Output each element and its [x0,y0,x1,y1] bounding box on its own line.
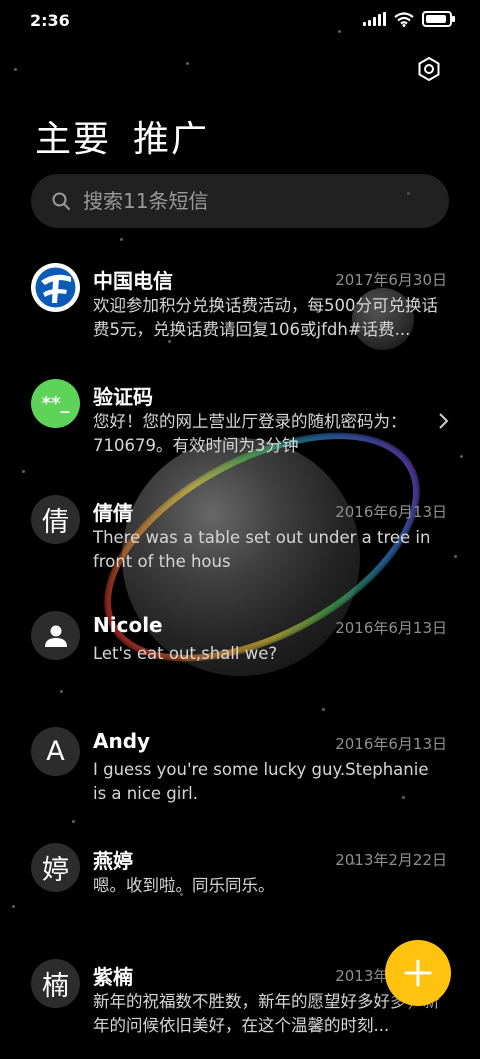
conversation-preview: Let's eat out,shall we? [93,644,278,663]
conversation-item[interactable]: Nicole 2016年6月13日 Let's eat out,shall we… [0,595,480,711]
wifi-icon [394,11,414,27]
conversation-name: 验证码 [93,385,153,409]
plus-icon [404,959,432,987]
conversation-item[interactable]: 婷 燕婷 2013年2月22日 嗯。收到啦。同乐同乐。 [0,827,480,943]
search-input[interactable] [81,188,415,214]
conversation-date: 2016年6月13日 [335,503,447,521]
conversation-date: 2016年6月13日 [335,619,447,637]
search-icon [52,192,70,210]
conversation-preview: 您好！您的网上营业厅登录的随机密码为：710679。有效时间为3分钟 [93,412,407,455]
conversation-date: 2017年6月30日 [335,271,447,289]
avatar: 楠 [31,959,80,1008]
conversation-item[interactable]: **_ 验证码 您好！您的网上营业厅登录的随机密码为：710679。有效时间为3… [0,363,480,479]
person-icon [31,611,80,660]
conversation-preview: There was a table set out under a tree i… [93,528,431,571]
avatar: 婷 [31,843,80,892]
conversation-preview: 新年的祝福数不胜数，新年的愿望好多好多，新年的问候依旧美好，在这个温馨的时刻..… [93,992,440,1035]
conversation-preview: 嗯。收到啦。同乐同乐。 [93,876,275,895]
conversation-name: 中国电信 [93,269,173,293]
avatar: A [31,727,80,776]
conversation-preview: I guess you're some lucky guy.Stephanie … [93,760,429,803]
conversation-name: Nicole [93,613,163,637]
chevron-right-icon [439,413,449,429]
tab-bar: 主要 推广 [35,110,209,162]
conversation-date: 2013年2月22日 [335,851,447,869]
battery-icon [422,11,455,27]
avatar: 倩 [31,495,80,544]
conversation-name: 倩倩 [93,501,133,525]
conversation-item[interactable]: 中国电信 2017年6月30日 欢迎参加积分兑换话费活动，每500分可兑换话费5… [0,247,480,363]
conversation-name: 紫楠 [93,965,133,989]
signal-icon [363,12,386,26]
verification-code-avatar: **_ [31,379,80,428]
tab-promotions[interactable]: 推广 [133,110,209,162]
new-message-button[interactable] [385,940,451,1006]
search-bar[interactable] [31,174,449,228]
conversation-item[interactable]: 倩 倩倩 2016年6月13日 There was a table set ou… [0,479,480,595]
conversation-preview: 欢迎参加积分兑换话费活动，每500分可兑换话费5元，兑换话费请回复106或jfd… [93,296,438,339]
conversation-date: 2016年6月13日 [335,735,447,753]
china-telecom-logo [31,263,80,312]
status-bar: 2:36 [0,0,480,40]
conversation-item[interactable]: A Andy 2016年6月13日 I guess you're some lu… [0,711,480,827]
conversation-list: 中国电信 2017年6月30日 欢迎参加积分兑换话费活动，每500分可兑换话费5… [0,247,480,1059]
conversation-name: 燕婷 [93,849,133,873]
tab-primary[interactable]: 主要 [35,110,111,162]
status-time: 2:36 [30,11,70,30]
conversation-name: Andy [93,729,151,753]
gear-icon[interactable] [416,56,442,82]
